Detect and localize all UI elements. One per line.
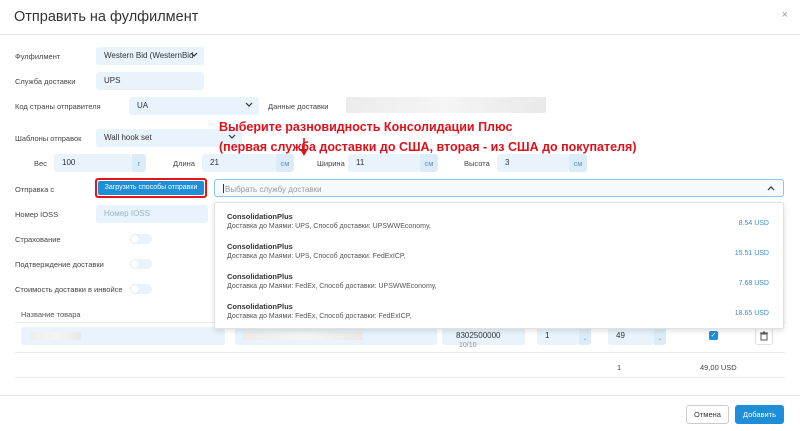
fulfillment-select[interactable]: Western Bid (WesternBid [96,47,204,65]
insurance-toggle[interactable] [130,234,152,244]
service-option[interactable]: ConsolidationPlus Доставка до Маями: UPS… [215,207,783,237]
option-description: Доставка до Маями: FedEx, Способ доставк… [227,313,412,320]
option-description: Доставка до Маями: UPS, Способ доставки:… [227,223,431,230]
instruction-annotation: Выберите разновидность Консолидации Плюс… [219,117,636,157]
height-label: Высота [464,159,490,168]
hs-code-value: 8302500000 [456,331,501,340]
service-select[interactable]: Выбрать службу доставки [214,179,784,197]
invoice-cost-toggle[interactable] [130,284,152,294]
annotation-line-1: Выберите разновидность Консолидации Плюс [219,120,513,134]
table-divider [15,352,785,353]
option-price: 7.68 USD [738,280,769,287]
chevron-down-icon [245,102,253,107]
height-input[interactable]: 3 [497,154,569,172]
length-label: Длина [173,159,195,168]
product-name-input[interactable] [21,327,225,345]
ioss-label: Номер IOSS [15,210,59,219]
option-description: Доставка до Маями: UPS, Способ доставки:… [227,253,406,260]
delivery-data-label: Данные доставки [268,102,329,111]
weight-unit: г [132,154,146,172]
total-amount: 49,00 USD [700,363,737,372]
chevron-down-icon [190,52,198,57]
option-name: ConsolidationPlus [227,302,293,311]
templates-label: Шаблоны отправок [15,134,82,143]
add-button[interactable]: Добавить [735,405,784,424]
confirmation-label: Подтверждение доставки [15,260,104,269]
option-price: 18.65 USD [734,310,769,317]
fulfillment-value: Western Bid (WesternBid [104,51,194,60]
load-methods-button[interactable]: Загрузить способы отправки [98,181,204,195]
dialog-header: Отправить на фулфилмент × [0,0,800,35]
option-price: 15.51 USD [734,250,769,257]
table-divider [15,377,785,378]
chevron-up-icon [767,186,775,191]
hs-code-counter: 10/10 [459,342,477,349]
service-option[interactable]: ConsolidationPlus Доставка до Маями: Fed… [215,267,783,297]
length-unit: см [276,154,294,172]
ship-from-label: Отправка с [15,185,55,194]
option-description: Доставка до Маями: FedEx, Способ доставк… [227,283,437,290]
insurance-label: Страхование [15,235,61,244]
delete-product-button[interactable] [755,327,773,345]
delivery-service-value: UPS [104,76,121,85]
service-option[interactable]: ConsolidationPlus Доставка до Маями: Fed… [215,297,783,327]
service-dropdown: ConsolidationPlus Доставка до Маями: UPS… [214,202,784,329]
width-input[interactable]: 11 [348,154,420,172]
option-name: ConsolidationPlus [227,272,293,281]
invoice-cost-label: Стоимость доставки в инвойсе [15,285,123,294]
arrow-down-icon [300,138,308,156]
confirmation-toggle[interactable] [130,259,152,269]
option-name: ConsolidationPlus [227,212,293,221]
width-unit: см [420,154,438,172]
weight-input[interactable]: 100 [54,154,132,172]
redacted-product-name [31,332,81,340]
sender-country-select[interactable]: UA [129,97,259,115]
option-name: ConsolidationPlus [227,242,293,251]
product-description-input[interactable] [235,327,437,345]
total-quantity: 1 [617,363,622,372]
product-checkbox[interactable]: ✓ [709,331,718,340]
dialog-title: Отправить на фулфилмент [14,9,199,25]
length-input[interactable]: 21 [202,154,276,172]
delivery-service-label: Служба доставки [15,77,76,86]
delivery-service-select[interactable]: UPS [96,72,204,90]
sender-country-label: Код страны отправителя [15,102,101,111]
service-option[interactable]: ConsolidationPlus Доставка до Маями: UPS… [215,237,783,267]
sender-country-value: UA [137,101,149,110]
load-methods-highlight: Загрузить способы отправки [95,178,207,198]
dialog-footer [0,395,800,431]
fulfillment-label: Фулфилмент [15,52,61,61]
service-placeholder: Выбрать службу доставки [225,185,322,194]
hs-code-input[interactable]: 8302500000 10/10 [442,327,525,349]
trash-icon [760,331,768,341]
close-icon[interactable]: × [782,9,788,21]
width-label: Ширина [317,159,345,168]
weight-label: Вес [34,159,47,168]
product-name-header: Название товара [21,310,81,319]
text-cursor [223,184,224,193]
quantity-stepper[interactable]: ⌃ ⌄ [579,327,591,345]
templates-value: Wall hook set [104,133,152,142]
redacted-product-description [243,332,363,340]
price-stepper[interactable]: ⌃ ⌄ [654,327,666,345]
quantity-input[interactable]: 1 [537,327,579,345]
cancel-button[interactable]: Отмена [686,405,729,424]
price-input[interactable]: 49 [608,327,654,345]
height-unit: см [569,154,587,172]
option-price: 8.54 USD [738,220,769,227]
ioss-input[interactable]: Номер IOSS [96,205,208,223]
redacted-delivery-data [346,97,546,113]
